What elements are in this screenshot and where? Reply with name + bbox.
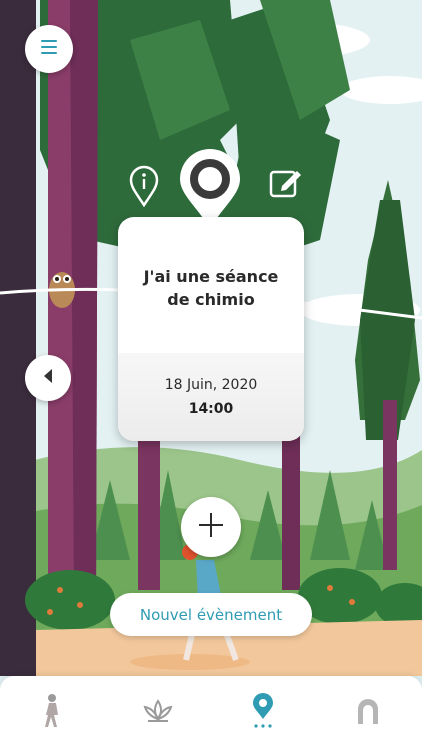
add-event-button[interactable] — [181, 497, 241, 557]
tab-walker[interactable] — [22, 676, 82, 750]
back-button[interactable] — [25, 355, 71, 401]
event-card-header: J'ai une séance de chimio — [118, 217, 304, 353]
map-pin-icon — [250, 693, 276, 733]
event-title: J'ai une séance de chimio — [143, 267, 279, 309]
tab-lotus[interactable] — [128, 676, 188, 750]
lotus-icon — [142, 699, 174, 727]
plus-icon — [198, 512, 224, 542]
walker-icon — [39, 693, 65, 733]
hood-icon — [353, 696, 383, 730]
event-card[interactable]: J'ai une séance de chimio 18 Juin, 2020 … — [118, 217, 304, 441]
chevron-left-icon — [41, 368, 55, 388]
edit-icon — [268, 170, 304, 205]
tab-hood[interactable] — [338, 676, 398, 750]
event-date: 18 Juin, 2020 — [164, 377, 258, 393]
event-time: 14:00 — [188, 401, 234, 417]
menu-icon — [40, 39, 58, 59]
info-pin-button[interactable] — [128, 165, 160, 208]
edit-button[interactable] — [268, 165, 304, 201]
bottom-tab-bar — [0, 676, 422, 750]
event-card-footer: 18 Juin, 2020 14:00 — [118, 353, 304, 441]
new-event-button[interactable]: Nouvel évènement — [110, 593, 312, 636]
tab-map-pin[interactable] — [233, 676, 293, 750]
menu-button[interactable] — [25, 25, 73, 73]
info-pin-icon — [128, 165, 160, 211]
